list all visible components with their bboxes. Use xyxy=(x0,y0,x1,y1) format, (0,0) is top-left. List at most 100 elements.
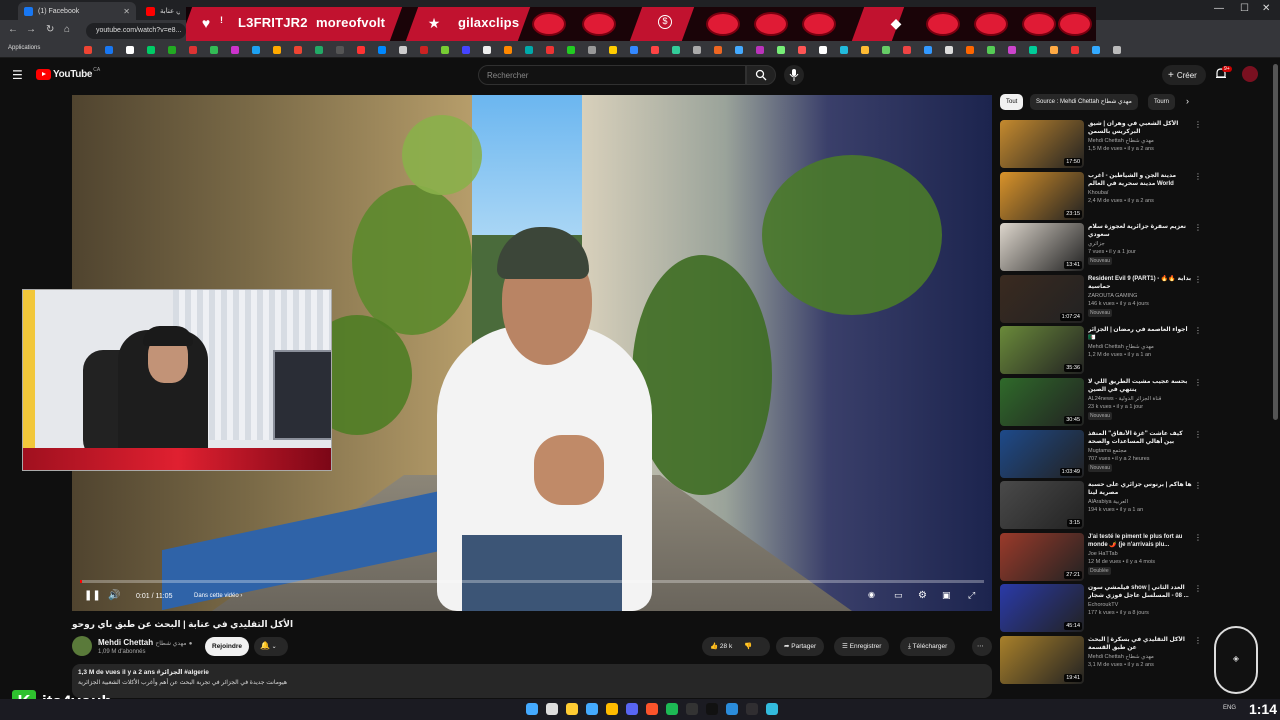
bookmark-translate-icon[interactable] xyxy=(378,46,386,54)
more-options-icon[interactable]: ⋮ xyxy=(1194,223,1202,232)
more-options-icon[interactable]: ⋮ xyxy=(1194,275,1202,284)
bookmark-fit-icon[interactable] xyxy=(1008,46,1016,54)
apps-bookmark[interactable]: Applications xyxy=(8,45,40,51)
chip-all[interactable]: Tout xyxy=(1000,94,1024,110)
recommended-video[interactable]: 23:15 مدينة الجن و الشياطين - أغرب مدينة … xyxy=(1000,171,1202,222)
recommended-video[interactable]: 1:03:49 كيف عاشت "غزة الأنفاق" المنفذ بين… xyxy=(1000,429,1202,480)
bookmark-game-icon[interactable] xyxy=(441,46,449,54)
bookmark-video-icon[interactable] xyxy=(735,46,743,54)
bookmark-photo-icon[interactable] xyxy=(399,46,407,54)
bookmark-meet-icon[interactable] xyxy=(567,46,575,54)
download-button[interactable]: ⤓ Télécharger xyxy=(900,637,956,656)
bookmark-cloud-icon[interactable] xyxy=(462,46,470,54)
more-options-icon[interactable]: ⋮ xyxy=(1194,430,1202,439)
more-options-icon[interactable]: ⋮ xyxy=(1194,120,1202,129)
voice-search-button[interactable] xyxy=(784,65,804,85)
search-icon[interactable] xyxy=(546,703,558,715)
bookmark-lens-icon[interactable] xyxy=(756,46,764,54)
channel-name[interactable]: Mehdi Chettah مهدي شطاح xyxy=(1088,344,1154,350)
description-box[interactable]: 1,3 M de vues il y a 2 ans #الجزائر #alg… xyxy=(72,664,992,698)
bookmark-youtube-icon[interactable] xyxy=(189,46,197,54)
bookmark-news-icon[interactable] xyxy=(294,46,302,54)
bookmark-maps-icon[interactable] xyxy=(147,46,155,54)
vscode-icon[interactable] xyxy=(726,703,738,715)
recommended-video[interactable]: 45:14 فيلمشي سون show | العدد الثاني 08 -… xyxy=(1000,584,1202,634)
bookmark-maps2-icon[interactable] xyxy=(525,46,533,54)
video-progress-bar[interactable] xyxy=(80,580,984,583)
chevron-right-icon[interactable]: › xyxy=(1186,96,1189,106)
forward-icon[interactable]: → xyxy=(26,24,36,35)
brave-icon[interactable] xyxy=(646,703,658,715)
bookmark-facebook-icon[interactable] xyxy=(105,46,113,54)
settings-icon[interactable]: ⚙ xyxy=(918,590,927,601)
video-thumbnail[interactable]: 27:21 xyxy=(1000,532,1084,581)
bookmark-slides-icon[interactable] xyxy=(861,46,869,54)
pause-icon[interactable]: ❚❚ xyxy=(84,590,101,601)
video-title[interactable]: كيف عاشت "غزة الأنفاق" المنفذ بين أهالي … xyxy=(1088,430,1192,446)
bookmark-radio-icon[interactable] xyxy=(714,46,722,54)
bookmark-notes-icon[interactable] xyxy=(693,46,701,54)
bookmark-earth-icon[interactable] xyxy=(924,46,932,54)
video-thumbnail[interactable]: 23:15 xyxy=(1000,171,1084,220)
menu-icon[interactable]: ☰ xyxy=(12,68,23,82)
account-avatar[interactable] xyxy=(1242,66,1258,82)
video-thumbnail[interactable]: 45:14 xyxy=(1000,584,1084,633)
bookmark-play-icon[interactable] xyxy=(966,46,974,54)
bookmark-gmail-icon[interactable] xyxy=(945,46,953,54)
channel-name[interactable]: Mehdi Chettah مهدي شطاح ● xyxy=(98,638,192,647)
back-icon[interactable]: ← xyxy=(8,24,18,35)
video-title[interactable]: الأكل التقليدي في بسكرة | البحث عن طبق ا… xyxy=(1088,636,1192,652)
channel-name[interactable]: ZAROUTA GAMING xyxy=(1088,293,1137,299)
subscribed-bell-button[interactable]: 🔔 ⌄ xyxy=(254,637,288,656)
join-button[interactable]: Rejoindre xyxy=(205,637,249,656)
fullscreen-icon[interactable]: ⤢ xyxy=(968,590,975,601)
chip-tournaments[interactable]: Tourn xyxy=(1148,94,1176,110)
bookmark-drive-icon[interactable] xyxy=(273,46,281,54)
video-title[interactable]: فيلمشي سون show | العدد الثاني 08 - المس… xyxy=(1088,584,1192,600)
bookmark-home-icon[interactable] xyxy=(1029,46,1037,54)
bookmark-keep-icon[interactable] xyxy=(609,46,617,54)
bookmark-pdf-icon[interactable] xyxy=(651,46,659,54)
video-thumbnail[interactable]: 35:36 xyxy=(1000,326,1084,375)
recommended-video[interactable]: 19:41 الأكل التقليدي في بسكرة | البحث عن … xyxy=(1000,636,1202,686)
url-input[interactable]: youtube.com/watch?v=e8... xyxy=(86,23,186,39)
start-icon[interactable] xyxy=(526,703,538,715)
tray-language[interactable]: ENG xyxy=(1223,705,1236,711)
tab-facebook[interactable]: (1) Facebook ✕ xyxy=(18,2,136,20)
more-options-icon[interactable]: ⋮ xyxy=(1194,533,1202,542)
create-button[interactable]: + Créer xyxy=(1162,65,1206,85)
steam-icon[interactable] xyxy=(686,703,698,715)
bookmark-chat-icon[interactable] xyxy=(210,46,218,54)
more-options-icon[interactable]: ⋮ xyxy=(1194,172,1202,181)
search-input[interactable]: Rechercher xyxy=(478,65,746,85)
bookmark-sites-icon[interactable] xyxy=(903,46,911,54)
video-title[interactable]: بحسة عجيب مشيت الطريق اللي لا ينتهي في ا… xyxy=(1088,378,1192,394)
video-title[interactable]: نعزيم سفرة جزائرية لعجوزة سلام سعودي xyxy=(1088,223,1192,239)
bookmark-podcasts-icon[interactable] xyxy=(798,46,806,54)
more-actions-button[interactable]: ⋯ xyxy=(972,637,992,656)
video-thumbnail[interactable]: 1:03:49 xyxy=(1000,429,1084,478)
chrome-icon[interactable] xyxy=(606,703,618,715)
tab-youtube[interactable]: الأكل التقليدي في عنابة xyxy=(140,2,186,20)
bookmark-music-icon[interactable] xyxy=(357,46,365,54)
channel-name[interactable]: AL24news - قناة الجزائر الدولية xyxy=(1088,396,1161,402)
autoplay-toggle-icon[interactable]: ◉ xyxy=(868,590,875,599)
recommended-video[interactable]: 35:36 أجواء العاصمة في رمضان | الجزائر 🇩🇿… xyxy=(1000,326,1202,376)
file-explorer-icon[interactable] xyxy=(566,703,578,715)
bookmark-files-icon[interactable] xyxy=(588,46,596,54)
channel-name[interactable]: Khoubaï xyxy=(1088,190,1109,196)
reload-icon[interactable]: ↻ xyxy=(46,24,54,35)
bookmark-whatsapp-icon[interactable] xyxy=(168,46,176,54)
bookmark-store-icon[interactable] xyxy=(231,46,239,54)
bookmark-travel-icon[interactable] xyxy=(1113,46,1121,54)
tiktok-icon[interactable] xyxy=(706,703,718,715)
video-title[interactable]: ها هاكم | برنوس جزائري على حسبة مصرية لي… xyxy=(1088,481,1192,497)
bookmark-books-icon[interactable] xyxy=(777,46,785,54)
close-window-icon[interactable]: ✕ xyxy=(1262,3,1270,14)
recommended-video[interactable]: 27:21 J'ai testé le piment le plus fort a… xyxy=(1000,532,1202,583)
channel-name[interactable]: EchoroukTV xyxy=(1088,602,1118,608)
chapters-button[interactable]: Dans cette vidéo › xyxy=(194,593,242,599)
video-thumbnail[interactable]: 30:45 xyxy=(1000,378,1084,426)
bookmark-contacts-icon[interactable] xyxy=(819,46,827,54)
video-title[interactable]: J'ai testé le piment le plus fort au mon… xyxy=(1088,533,1192,549)
